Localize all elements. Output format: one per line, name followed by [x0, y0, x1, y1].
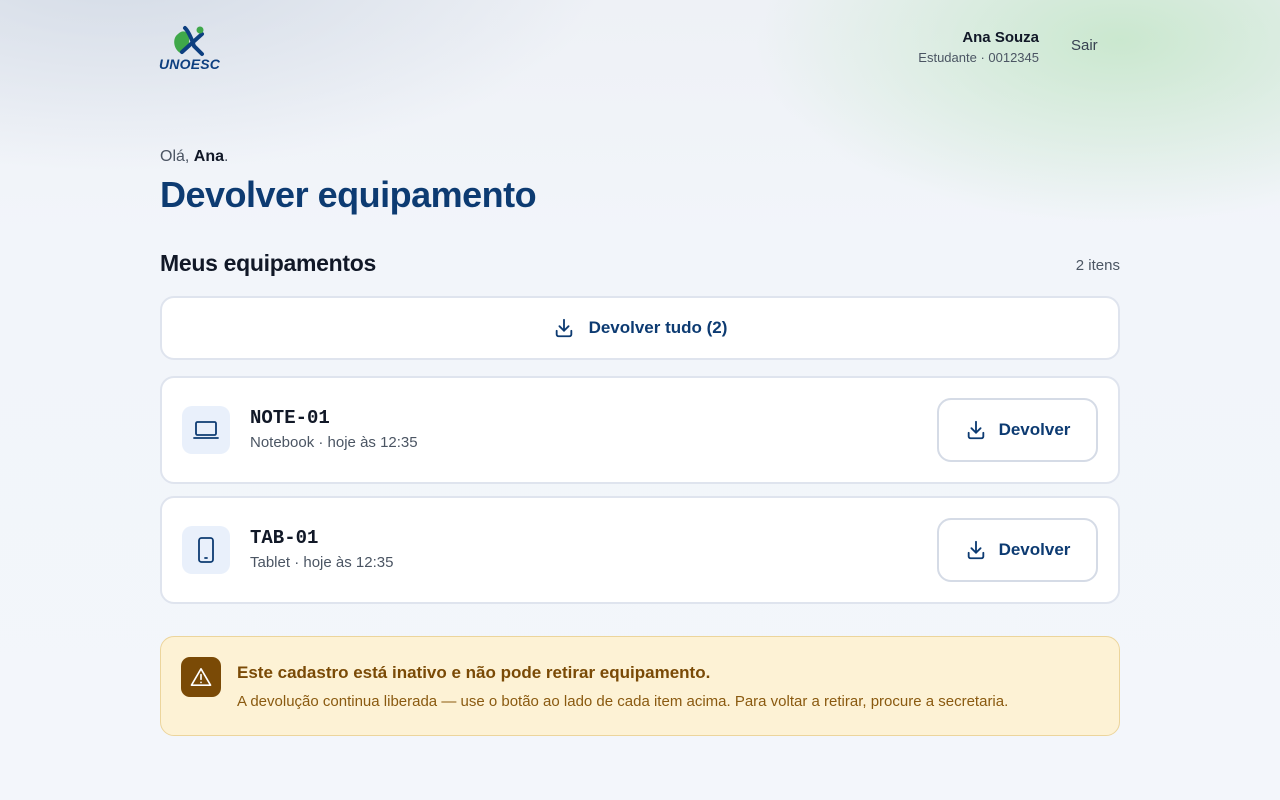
header: UNOESC Ana Souza Estudante · 0012345 Sai…	[0, 0, 1280, 100]
return-button[interactable]: Devolver	[937, 398, 1098, 462]
equipment-code: NOTE-01	[250, 407, 330, 429]
logo-mark-icon	[174, 26, 204, 56]
page-title: Devolver equipamento	[160, 174, 537, 215]
alert-text: A devolução continua liberada — use o bo…	[237, 693, 1009, 710]
unoesc-logo[interactable]: UNOESC	[158, 24, 224, 74]
logout-button[interactable]: Sair	[1071, 37, 1098, 54]
alert-title: Este cadastro está inativo e não pode re…	[237, 663, 711, 682]
download-icon	[967, 420, 984, 440]
equipment-code: TAB-01	[250, 527, 319, 549]
return-button[interactable]: Devolver	[937, 518, 1098, 582]
equipment-card: NOTE-01 Notebook · hoje às 12:35 Devolve…	[160, 376, 1120, 484]
thumb	[182, 406, 230, 454]
user-info: Ana Souza Estudante · 0012345	[918, 28, 1039, 68]
user-meta: Estudante · 0012345	[918, 50, 1039, 65]
alert-icon-box	[181, 657, 221, 697]
warning-icon	[190, 668, 212, 686]
return-button-label: Devolver	[998, 420, 1071, 439]
thumb	[182, 526, 230, 574]
logo-text: UNOESC	[159, 56, 221, 72]
equipment-subtitle: Tablet · hoje às 12:35	[250, 554, 394, 571]
user-name: Ana Souza	[962, 29, 1039, 46]
return-button-label: Devolver	[998, 540, 1071, 559]
item-count: 2 itens	[1075, 257, 1120, 274]
greeting-suffix: .	[224, 148, 229, 165]
tablet-icon	[198, 537, 214, 563]
greeting-prefix: Olá,	[160, 148, 194, 165]
section-title: Meus equipamentos	[160, 250, 376, 276]
return-all-label: Devolver tudo (2)	[588, 318, 728, 337]
download-icon	[967, 540, 984, 560]
laptop-icon	[193, 421, 219, 439]
greeting-name: Ana	[193, 148, 225, 165]
equipment-subtitle: Notebook · hoje às 12:35	[250, 434, 418, 451]
greeting: Olá, Ana.	[160, 148, 228, 166]
inactive-alert: Este cadastro está inativo e não pode re…	[160, 636, 1120, 736]
return-all-button[interactable]: Devolver tudo (2)	[160, 296, 1120, 360]
equipment-card: TAB-01 Tablet · hoje às 12:35 Devolver	[160, 496, 1120, 604]
download-icon	[555, 318, 572, 338]
